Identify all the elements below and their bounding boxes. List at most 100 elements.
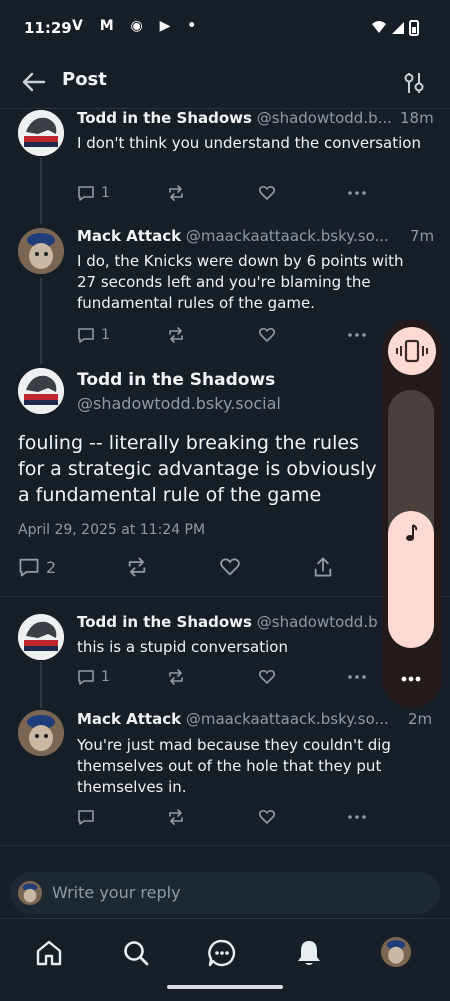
page-title: Post bbox=[62, 69, 107, 90]
author-handle[interactable]: @maackaattaack.bsky.so... bbox=[186, 710, 389, 728]
reply-icon bbox=[78, 810, 94, 825]
user-avatar bbox=[18, 881, 42, 905]
status-right-icons bbox=[372, 20, 419, 36]
repost-icon bbox=[169, 327, 183, 343]
author-handle[interactable]: @shadowtodd.b... bbox=[257, 109, 392, 127]
like-button[interactable] bbox=[258, 184, 276, 202]
avatar[interactable] bbox=[18, 228, 64, 274]
divider bbox=[0, 845, 450, 846]
post-text: I do, the Knicks were down by 6 points w… bbox=[77, 252, 404, 312]
repost-icon bbox=[169, 809, 183, 825]
post-time: 18m bbox=[400, 109, 434, 127]
focused-post-text: fouling -- literally breaking the rules … bbox=[18, 432, 377, 506]
thread-line bbox=[40, 158, 42, 224]
post-actions: 1 bbox=[77, 184, 377, 208]
heart-icon bbox=[258, 809, 276, 824]
heart-icon bbox=[258, 669, 276, 684]
repost-button[interactable] bbox=[126, 556, 148, 578]
home-icon[interactable] bbox=[33, 937, 65, 969]
gesture-home-bar[interactable] bbox=[167, 985, 283, 989]
repost-button[interactable] bbox=[167, 184, 185, 202]
avatar[interactable] bbox=[18, 110, 64, 156]
avatar[interactable] bbox=[18, 368, 64, 414]
share-icon bbox=[314, 557, 332, 577]
heart-icon bbox=[258, 185, 276, 200]
thread-line bbox=[40, 662, 42, 708]
notifications-bell-icon[interactable] bbox=[293, 937, 325, 969]
more-dots-icon bbox=[401, 676, 421, 682]
search-icon[interactable] bbox=[120, 937, 152, 969]
chat-icon[interactable] bbox=[206, 937, 238, 969]
post-actions: 1 bbox=[77, 668, 377, 692]
thread-settings-icon[interactable] bbox=[400, 69, 428, 97]
repost-icon bbox=[128, 557, 146, 577]
heart-icon bbox=[220, 558, 240, 576]
reply-button[interactable] bbox=[77, 808, 95, 826]
author-handle[interactable]: @shadowtodd.bsky.social bbox=[77, 394, 281, 413]
back-arrow-icon[interactable] bbox=[20, 68, 48, 96]
avatar[interactable] bbox=[18, 614, 64, 660]
top-app-bar: Post bbox=[0, 56, 450, 109]
reply-icon bbox=[19, 558, 39, 577]
post-actions: 1 bbox=[77, 326, 377, 350]
post-text: this is a stupid conversation bbox=[77, 638, 288, 656]
like-button[interactable] bbox=[219, 556, 241, 578]
vibrate-icon bbox=[396, 339, 428, 363]
reply-button[interactable]: 1 bbox=[77, 184, 110, 202]
repost-button[interactable] bbox=[167, 326, 185, 344]
more-icon bbox=[348, 815, 366, 819]
ringer-mode-button[interactable] bbox=[388, 327, 436, 375]
post-actions: 2 bbox=[18, 556, 348, 580]
post-time: 7m bbox=[410, 227, 435, 245]
like-button[interactable] bbox=[258, 326, 276, 344]
status-time: 11:29 bbox=[24, 19, 72, 37]
reply-button[interactable]: 1 bbox=[77, 668, 110, 686]
more-button[interactable] bbox=[347, 326, 367, 344]
post-actions bbox=[77, 808, 377, 832]
reply-button[interactable]: 2 bbox=[18, 556, 56, 578]
share-button[interactable] bbox=[312, 556, 334, 578]
reply-icon bbox=[78, 670, 94, 685]
avatar[interactable] bbox=[18, 710, 64, 756]
repost-button[interactable] bbox=[167, 668, 185, 686]
author-name[interactable]: Mack Attack bbox=[77, 710, 181, 728]
status-bar: 11:29 V M ◉ ▶ • bbox=[0, 0, 450, 56]
profile-avatar[interactable] bbox=[381, 937, 411, 967]
media-volume-slider[interactable] bbox=[388, 390, 434, 648]
heart-icon bbox=[258, 327, 276, 342]
repost-icon bbox=[169, 185, 183, 201]
more-icon bbox=[348, 675, 366, 679]
reply-icon bbox=[78, 186, 94, 201]
reply-count: 1 bbox=[101, 327, 110, 343]
post-date: April 29, 2025 at 11:24 PM bbox=[18, 522, 206, 538]
reply-placeholder: Write your reply bbox=[52, 883, 181, 902]
more-button[interactable] bbox=[347, 184, 367, 202]
post-text: I don't think you understand the convers… bbox=[77, 134, 421, 152]
author-handle[interactable]: @shadowtodd.b bbox=[257, 613, 378, 631]
thread-line bbox=[40, 278, 42, 364]
like-button[interactable] bbox=[258, 808, 276, 826]
notification-icons: V M ◉ ▶ • bbox=[72, 18, 203, 34]
volume-more-button[interactable] bbox=[388, 665, 434, 693]
more-button[interactable] bbox=[347, 668, 367, 686]
reply-count: 1 bbox=[101, 185, 110, 201]
reply-icon bbox=[78, 328, 94, 343]
repost-icon bbox=[169, 669, 183, 685]
reply-count: 1 bbox=[101, 669, 110, 685]
reply-count: 2 bbox=[46, 557, 57, 577]
music-note-icon bbox=[406, 524, 418, 541]
author-name[interactable]: Mack Attack bbox=[77, 227, 181, 245]
author-name[interactable]: Todd in the Shadows bbox=[77, 370, 275, 390]
author-handle[interactable]: @maackaattaack.bsky.so... bbox=[186, 227, 389, 245]
more-button[interactable] bbox=[347, 808, 367, 826]
author-name[interactable]: Todd in the Shadows bbox=[77, 613, 252, 631]
reply-composer[interactable]: Write your reply bbox=[10, 872, 440, 914]
author-name[interactable]: Todd in the Shadows bbox=[77, 109, 252, 127]
post-text: You're just mad because they couldn't di… bbox=[77, 736, 391, 796]
like-button[interactable] bbox=[258, 668, 276, 686]
post-time: 2m bbox=[408, 710, 433, 728]
more-icon bbox=[348, 191, 366, 195]
reply-button[interactable]: 1 bbox=[77, 326, 110, 344]
repost-button[interactable] bbox=[167, 808, 185, 826]
more-icon bbox=[348, 333, 366, 337]
